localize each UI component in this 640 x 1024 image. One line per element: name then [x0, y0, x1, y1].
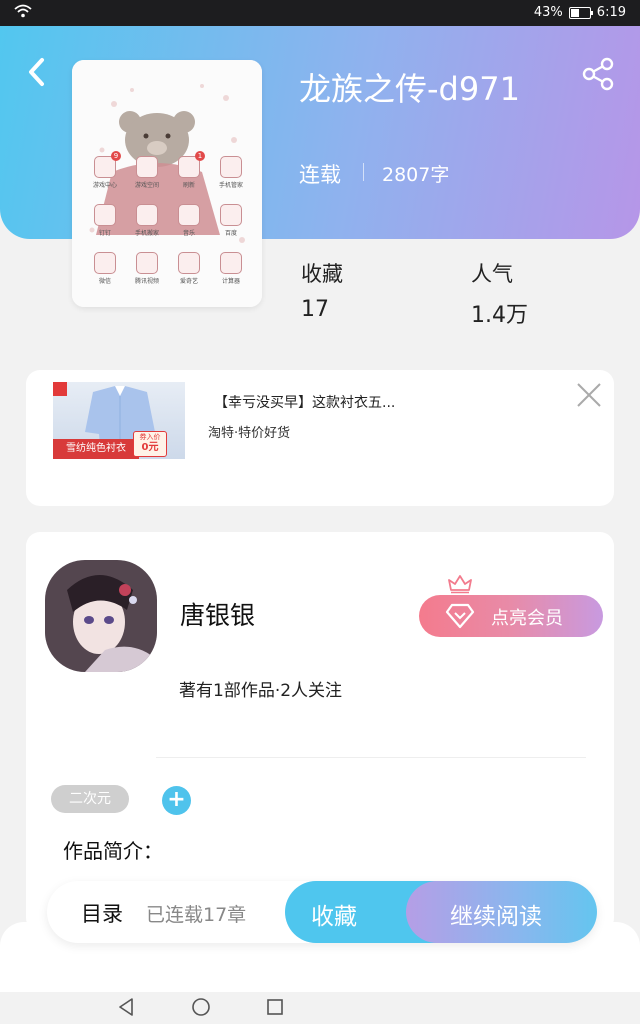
- share-icon[interactable]: [580, 56, 616, 92]
- cover-app-label: 爱奇艺: [179, 278, 198, 285]
- close-icon[interactable]: [576, 382, 602, 408]
- cover-app-glyph: 1: [178, 151, 205, 178]
- cover-app-glyph: [220, 204, 242, 226]
- author-name[interactable]: 唐银银: [180, 596, 255, 632]
- cover-app-label: 手机管家: [218, 182, 243, 189]
- serial-status: 连载: [299, 163, 341, 187]
- cover-app-icon: 音乐: [168, 204, 210, 237]
- word-count: 2807字: [382, 164, 450, 186]
- back-icon[interactable]: [22, 54, 52, 90]
- book-cover[interactable]: 9 游戏中心 游戏空间 1 刷新 手机管家钉钉 手机搬家 音乐 百度微信 腾讯视频 爱奇艺 计算器: [72, 60, 262, 307]
- cover-app-glyph: [220, 252, 242, 274]
- ad-price-label: 券入价: [139, 433, 161, 441]
- chapter-count[interactable]: 已连载17章: [146, 900, 246, 927]
- vip-button[interactable]: 点亮会员: [419, 595, 603, 637]
- author-stats: 著有1部作品·2人关注: [179, 681, 343, 701]
- meta-divider: [363, 163, 364, 181]
- nav-back-icon[interactable]: [117, 997, 135, 1017]
- cover-app-label: 游戏中心: [92, 182, 117, 189]
- cover-app-icon: 游戏空间: [126, 156, 168, 189]
- cover-app-icon: 计算器: [210, 252, 252, 285]
- cover-app-glyph: [178, 204, 200, 226]
- favorites-value: 17: [301, 297, 329, 322]
- book-title: 龙族之传-d971: [299, 70, 520, 108]
- favorites-label: 收藏: [301, 262, 343, 286]
- cover-app-glyph: [136, 204, 158, 226]
- toc-button[interactable]: 目录: [81, 898, 123, 928]
- diamond-icon: [445, 603, 475, 629]
- clock: 6:19: [596, 5, 626, 20]
- ad-title[interactable]: 【幸亏没买早】这款衬衣五...: [214, 392, 395, 412]
- crown-icon: [448, 575, 472, 594]
- vip-button-label: 点亮会员: [491, 608, 563, 629]
- cover-app-icon: 手机管家: [210, 156, 252, 189]
- ad-image-caption: 雪纺纯色衬衣: [53, 439, 139, 459]
- cover-app-label: 钉钉: [98, 230, 111, 237]
- ad-price: 0元: [141, 442, 159, 453]
- nav-home-icon[interactable]: [191, 997, 211, 1017]
- cover-app-label: 游戏空间: [134, 182, 159, 189]
- cover-app-icon: 微信: [84, 252, 126, 285]
- continue-reading-button[interactable]: 继续阅读: [406, 881, 597, 943]
- system-nav-bar: [0, 992, 640, 1024]
- synopsis-label: 作品简介：: [63, 839, 163, 863]
- cover-app-glyph: [178, 252, 200, 274]
- cover-app-glyph: [94, 252, 116, 274]
- cover-app-glyph: [94, 204, 116, 226]
- genre-tag[interactable]: 二次元: [51, 785, 129, 813]
- cover-app-icon: 手机搬家: [126, 204, 168, 237]
- wifi-icon: [14, 4, 32, 18]
- cover-app-icon: 9 游戏中心: [84, 151, 126, 189]
- cover-app-glyph: 9: [94, 151, 121, 178]
- cover-app-icon: 1 刷新: [168, 151, 210, 189]
- cover-app-glyph: [220, 156, 242, 178]
- ad-card[interactable]: 雪纺纯色衬衣 券入价 0元 【幸亏没买早】这款衬衣五... 淘特·特价好货: [26, 370, 614, 506]
- favorite-button-label: 收藏: [311, 904, 357, 930]
- battery-icon: [568, 6, 593, 19]
- popularity-label: 人气: [471, 262, 513, 286]
- cover-app-label: 计算器: [221, 278, 240, 285]
- action-bar: 目录 已连载17章 收藏 继续阅读: [47, 881, 597, 943]
- cover-app-label: 音乐: [182, 230, 195, 237]
- status-bar: 43% 6:19: [0, 0, 640, 26]
- cover-app-label: 百度: [224, 230, 237, 237]
- author-card: 唐银银 著有1部作品·2人关注 点亮会员 二次元 + 作品简介：: [26, 532, 614, 932]
- cover-app-icon: 爱奇艺: [168, 252, 210, 285]
- cover-app-icon: 百度: [210, 204, 252, 237]
- cover-app-icon: 腾讯视频: [126, 252, 168, 285]
- cover-app-badge: 9: [111, 151, 121, 161]
- continue-reading-label: 继续阅读: [450, 904, 542, 930]
- ad-subtitle: 淘特·特价好货: [208, 426, 291, 441]
- nav-recent-icon[interactable]: [266, 998, 284, 1016]
- ad-price-tag: 券入价 0元: [133, 431, 167, 457]
- ad-image[interactable]: 雪纺纯色衬衣 券入价 0元: [53, 382, 185, 459]
- add-tag-button[interactable]: +: [162, 786, 191, 815]
- battery-fill: [570, 8, 579, 17]
- author-avatar[interactable]: [45, 560, 157, 672]
- divider: [156, 757, 586, 758]
- cover-app-glyph: [136, 156, 158, 178]
- cover-app-label: 手机搬家: [134, 230, 159, 237]
- cover-app-badge: 1: [195, 151, 205, 161]
- cover-app-label: 腾讯视频: [134, 278, 159, 285]
- cover-app-glyph: [136, 252, 158, 274]
- cover-app-icon: 钉钉: [84, 204, 126, 237]
- battery-percent: 43%: [533, 5, 563, 20]
- popularity-value: 1.4万: [471, 303, 528, 328]
- cover-app-label: 刷新: [182, 182, 195, 189]
- cover-app-label: 微信: [98, 278, 111, 285]
